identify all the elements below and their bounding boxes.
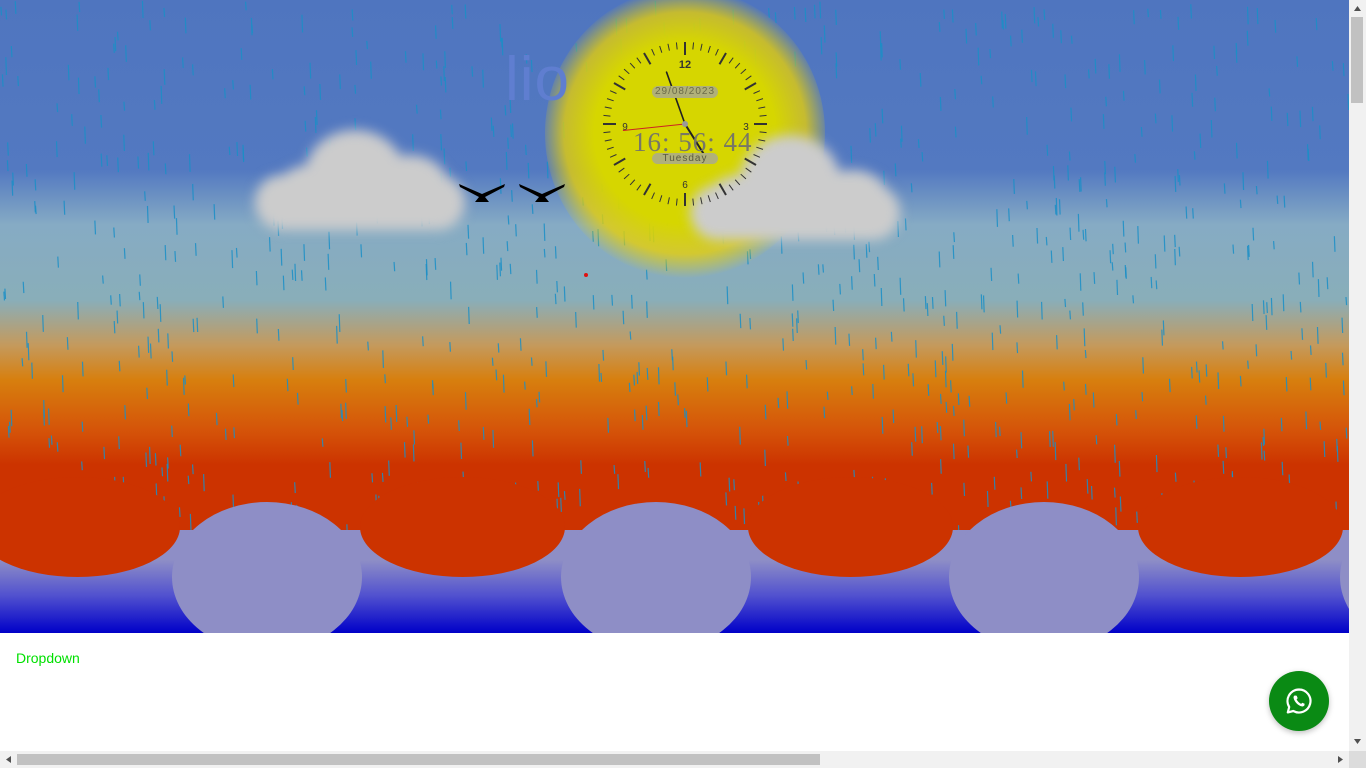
clock-tick (604, 106, 612, 109)
arrow-left-icon[interactable] (5, 755, 12, 764)
clock-tick (623, 173, 630, 180)
clock-tick (715, 48, 719, 56)
clock-tick (744, 82, 757, 91)
clock-tick (651, 48, 655, 56)
arrow-down-icon[interactable] (1353, 738, 1362, 745)
vertical-scroll-thumb[interactable] (1351, 17, 1363, 103)
clock-tick (675, 42, 678, 50)
cloud-left (250, 120, 480, 240)
clock-tick (643, 183, 652, 196)
clock-tick (734, 62, 741, 69)
vertical-scrollbar[interactable] (1349, 0, 1366, 751)
scrollbar-corner (1349, 751, 1366, 768)
clock-tick (715, 192, 719, 200)
clock-tick (606, 146, 614, 150)
clock-tick (745, 75, 752, 81)
clock-minute-hand (665, 71, 686, 125)
whatsapp-icon (1286, 688, 1312, 714)
clock-tick (745, 167, 752, 173)
clock-tick (618, 75, 625, 81)
clock-tick (707, 45, 711, 53)
clock-tick (667, 197, 670, 205)
clock-tick (675, 198, 678, 206)
clock-tick (718, 52, 727, 65)
clock-tick (700, 43, 703, 51)
clock-tick (629, 179, 636, 186)
shore-wave (748, 477, 953, 577)
clock-tick (643, 52, 652, 65)
clock-tick (758, 139, 766, 142)
clock-tick (636, 57, 642, 64)
clock-tick (756, 98, 764, 102)
clock-tick (692, 198, 695, 206)
clock-tick (728, 57, 734, 64)
clock-tick (618, 167, 625, 173)
arrow-right-icon[interactable] (1337, 755, 1344, 764)
clock-tick (758, 106, 766, 109)
clock-tick (756, 146, 764, 150)
shore-wave (1138, 477, 1343, 577)
clock-tick (659, 195, 663, 203)
clock-tick (603, 131, 611, 134)
clock-tick (659, 45, 663, 53)
clock-tick (629, 62, 636, 69)
clock-tick (728, 184, 734, 191)
clock-day: Tuesday (652, 153, 718, 164)
clock-tick (753, 154, 761, 158)
brand-text: lio (505, 45, 571, 114)
clock-tick (744, 157, 757, 166)
bird-icon (459, 184, 505, 202)
clock-tick (613, 157, 626, 166)
red-dot (584, 273, 588, 277)
clock-tick (707, 195, 711, 203)
clock-tick (604, 139, 612, 142)
clock-tick (759, 114, 767, 117)
arrow-up-icon[interactable] (1353, 5, 1362, 12)
clock-tick (603, 114, 611, 117)
analog-clock: 12 3 6 9 (601, 40, 769, 208)
shore-wave (360, 477, 565, 577)
clock-tick (740, 68, 747, 75)
clock-numeral: 6 (682, 180, 688, 191)
bird-icon (519, 184, 565, 202)
clock-date: 29/08/2023 (652, 86, 718, 98)
dropdown-link[interactable]: Dropdown (16, 650, 80, 666)
clock-tick (759, 131, 767, 134)
clock-tick (753, 90, 761, 94)
clock-tick (718, 183, 727, 196)
clock-tick (692, 42, 695, 50)
clock-tick (609, 154, 617, 158)
clock-tick (740, 173, 747, 180)
clock-tick (623, 68, 630, 75)
clock-tick (700, 197, 703, 205)
clock-tick (636, 184, 642, 191)
clock-tick (667, 43, 670, 51)
clock-tick (734, 179, 741, 186)
clock-numeral: 9 (622, 122, 628, 133)
clock-tick (651, 192, 655, 200)
horizontal-scroll-thumb[interactable] (17, 754, 820, 765)
horizontal-scrollbar[interactable] (0, 751, 1349, 768)
clock-tick (613, 82, 626, 91)
clock-tick (606, 98, 614, 102)
animated-weather-scene: lio 12 3 6 9 29/08/2023 16: 56: 44 Tuesday (0, 0, 1349, 633)
clock-tick (609, 90, 617, 94)
whatsapp-button[interactable] (1269, 671, 1329, 731)
clock-numeral: 12 (679, 59, 691, 71)
